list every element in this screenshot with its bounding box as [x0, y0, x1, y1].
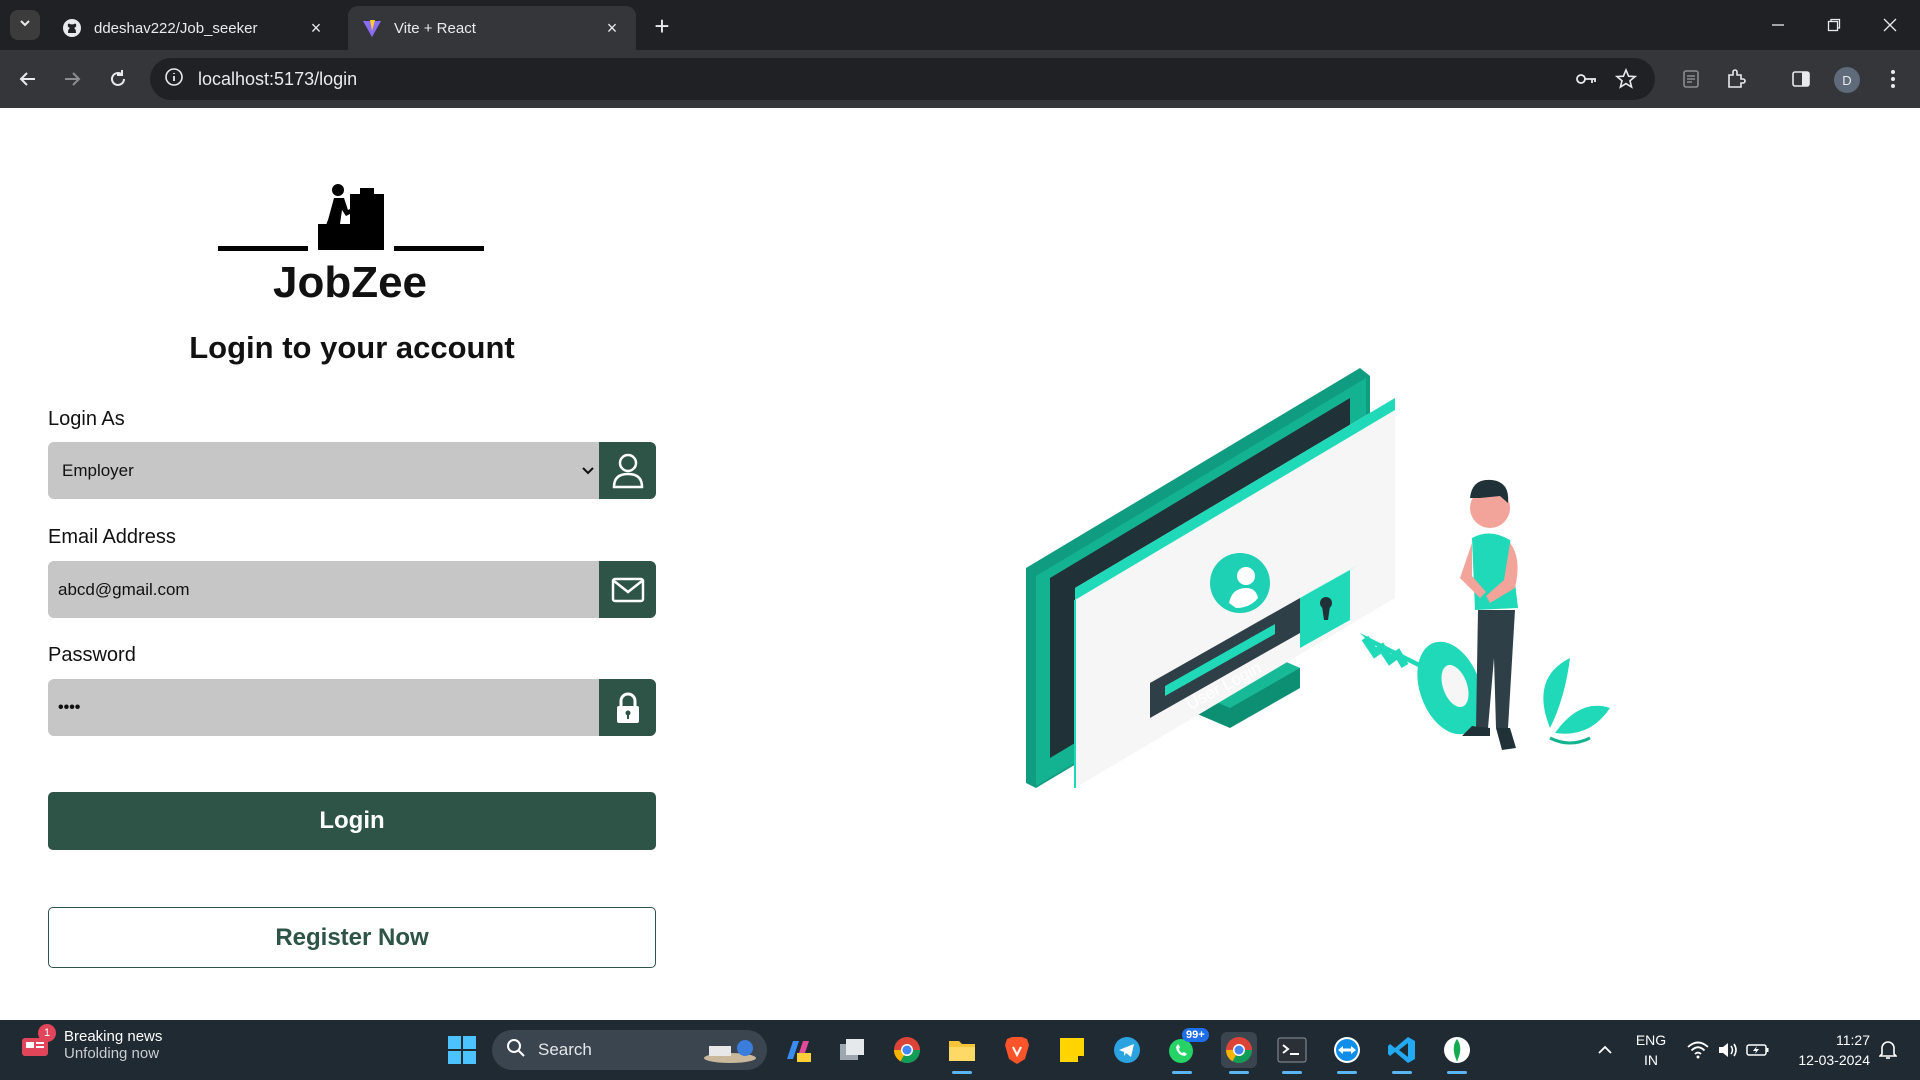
back-icon[interactable] — [13, 64, 43, 94]
chrome-profile-icon[interactable] — [1221, 1032, 1257, 1074]
search-highlight-icon — [704, 1040, 756, 1063]
extensions-icon[interactable] — [1721, 64, 1751, 94]
language-bottom: IN — [1644, 1052, 1658, 1068]
minimize-icon[interactable] — [1750, 0, 1806, 50]
address-bar[interactable]: localhost:5173/login — [150, 58, 1655, 100]
mongodb-compass-icon[interactable] — [1439, 1032, 1475, 1074]
login-button[interactable]: Login — [48, 792, 656, 850]
search-label: Search — [538, 1040, 592, 1059]
forward-icon[interactable] — [57, 64, 87, 94]
tab-github[interactable]: ddeshav222/Job_seeker × — [48, 6, 340, 50]
whatsapp-icon[interactable]: 99+ — [1164, 1028, 1209, 1074]
sticky-notes-icon[interactable] — [1054, 1032, 1090, 1068]
notification-bell-icon[interactable] — [1874, 1020, 1902, 1080]
password-label: Password — [48, 644, 136, 666]
brand-name: JobZee — [272, 258, 428, 307]
lock-icon — [599, 679, 656, 736]
chrome-icon[interactable] — [889, 1032, 925, 1068]
login-as-value: Employer — [62, 461, 134, 480]
info-icon[interactable] — [164, 67, 184, 92]
chevron-down-icon — [18, 16, 32, 35]
mail-icon — [599, 561, 656, 618]
login-as-select[interactable]: Employer — [48, 442, 656, 499]
chevron-up-icon[interactable] — [1590, 1020, 1620, 1080]
battery-icon[interactable] — [1744, 1020, 1772, 1080]
bookmark-star-icon[interactable] — [1613, 66, 1639, 92]
browser-toolbar: localhost:5173/login — [0, 50, 1920, 108]
email-field[interactable]: abcd@gmail.com — [48, 561, 656, 618]
profile-avatar[interactable]: D — [1834, 67, 1860, 93]
terminal-icon[interactable] — [1274, 1032, 1310, 1074]
search-icon — [506, 1038, 526, 1063]
task-view-icon[interactable] — [834, 1032, 870, 1068]
user-login-illustration: User Login — [1026, 368, 1610, 788]
language-top: ENG — [1635, 1032, 1667, 1048]
url-text: localhost:5173/login — [198, 68, 358, 89]
system-clock[interactable]: 11:27 12-03-2024 — [1784, 1030, 1870, 1070]
vscode-icon[interactable] — [1384, 1032, 1420, 1074]
file-explorer-icon[interactable] — [944, 1032, 980, 1074]
password-key-icon[interactable] — [1573, 66, 1599, 92]
page-title: Login to your account — [189, 330, 515, 365]
login-as-label: Login As — [48, 408, 125, 430]
telegram-icon[interactable] — [1109, 1032, 1145, 1068]
reading-list-icon[interactable] — [1676, 64, 1706, 94]
chevron-down-icon — [576, 442, 600, 499]
reload-icon[interactable] — [103, 64, 133, 94]
jobzee-logo-icon — [218, 184, 484, 251]
clock-time: 11:27 — [1836, 1032, 1870, 1048]
news-badge: 1 — [38, 1024, 56, 1042]
language-indicator[interactable]: ENG IN — [1628, 1030, 1674, 1070]
close-window-icon[interactable] — [1862, 0, 1918, 50]
news-icon: 1 — [20, 1024, 56, 1060]
email-label: Email Address — [48, 526, 176, 548]
browser-tab-strip: ddeshav222/Job_seeker × Vite + React × + — [0, 0, 1920, 50]
brave-icon[interactable] — [999, 1032, 1035, 1068]
github-icon — [62, 18, 82, 38]
copilot-icon[interactable] — [780, 1032, 816, 1068]
password-value: •••• — [58, 699, 81, 716]
whatsapp-badge: 99+ — [1182, 1028, 1209, 1042]
tab-title: ddeshav222/Job_seeker — [94, 19, 258, 37]
clock-date: 12-03-2024 — [1798, 1052, 1870, 1068]
register-button[interactable]: Register Now — [48, 907, 656, 968]
teamviewer-icon[interactable] — [1329, 1032, 1365, 1074]
password-field[interactable]: •••• — [48, 679, 656, 736]
news-subtitle: Unfolding now — [64, 1045, 160, 1062]
volume-icon[interactable] — [1714, 1020, 1742, 1080]
side-panel-icon[interactable] — [1786, 64, 1816, 94]
windows-start-icon[interactable] — [447, 1035, 477, 1065]
wifi-icon[interactable] — [1684, 1020, 1712, 1080]
login-page: JobZee Login to your account Login As Em… — [0, 108, 1920, 1020]
new-tab-button[interactable]: + — [648, 11, 676, 41]
close-icon[interactable]: × — [306, 18, 326, 38]
more-menu-icon[interactable] — [1878, 64, 1908, 94]
news-widget[interactable]: 1 Breaking news Unfolding now — [20, 1024, 163, 1062]
tab-vite-react[interactable]: Vite + React × — [348, 6, 636, 50]
news-title: Breaking news — [64, 1028, 163, 1045]
tab-title: Vite + React — [394, 19, 476, 37]
tab-search-button[interactable] — [10, 10, 40, 40]
taskbar: 1 Breaking news Unfolding now Search 99+… — [0, 1020, 1920, 1080]
restore-icon[interactable] — [1806, 0, 1862, 50]
email-value: abcd@gmail.com — [58, 580, 190, 599]
taskbar-search[interactable]: Search — [492, 1030, 767, 1070]
user-icon — [599, 442, 656, 499]
vite-icon — [362, 18, 382, 38]
close-icon[interactable]: × — [602, 18, 622, 38]
